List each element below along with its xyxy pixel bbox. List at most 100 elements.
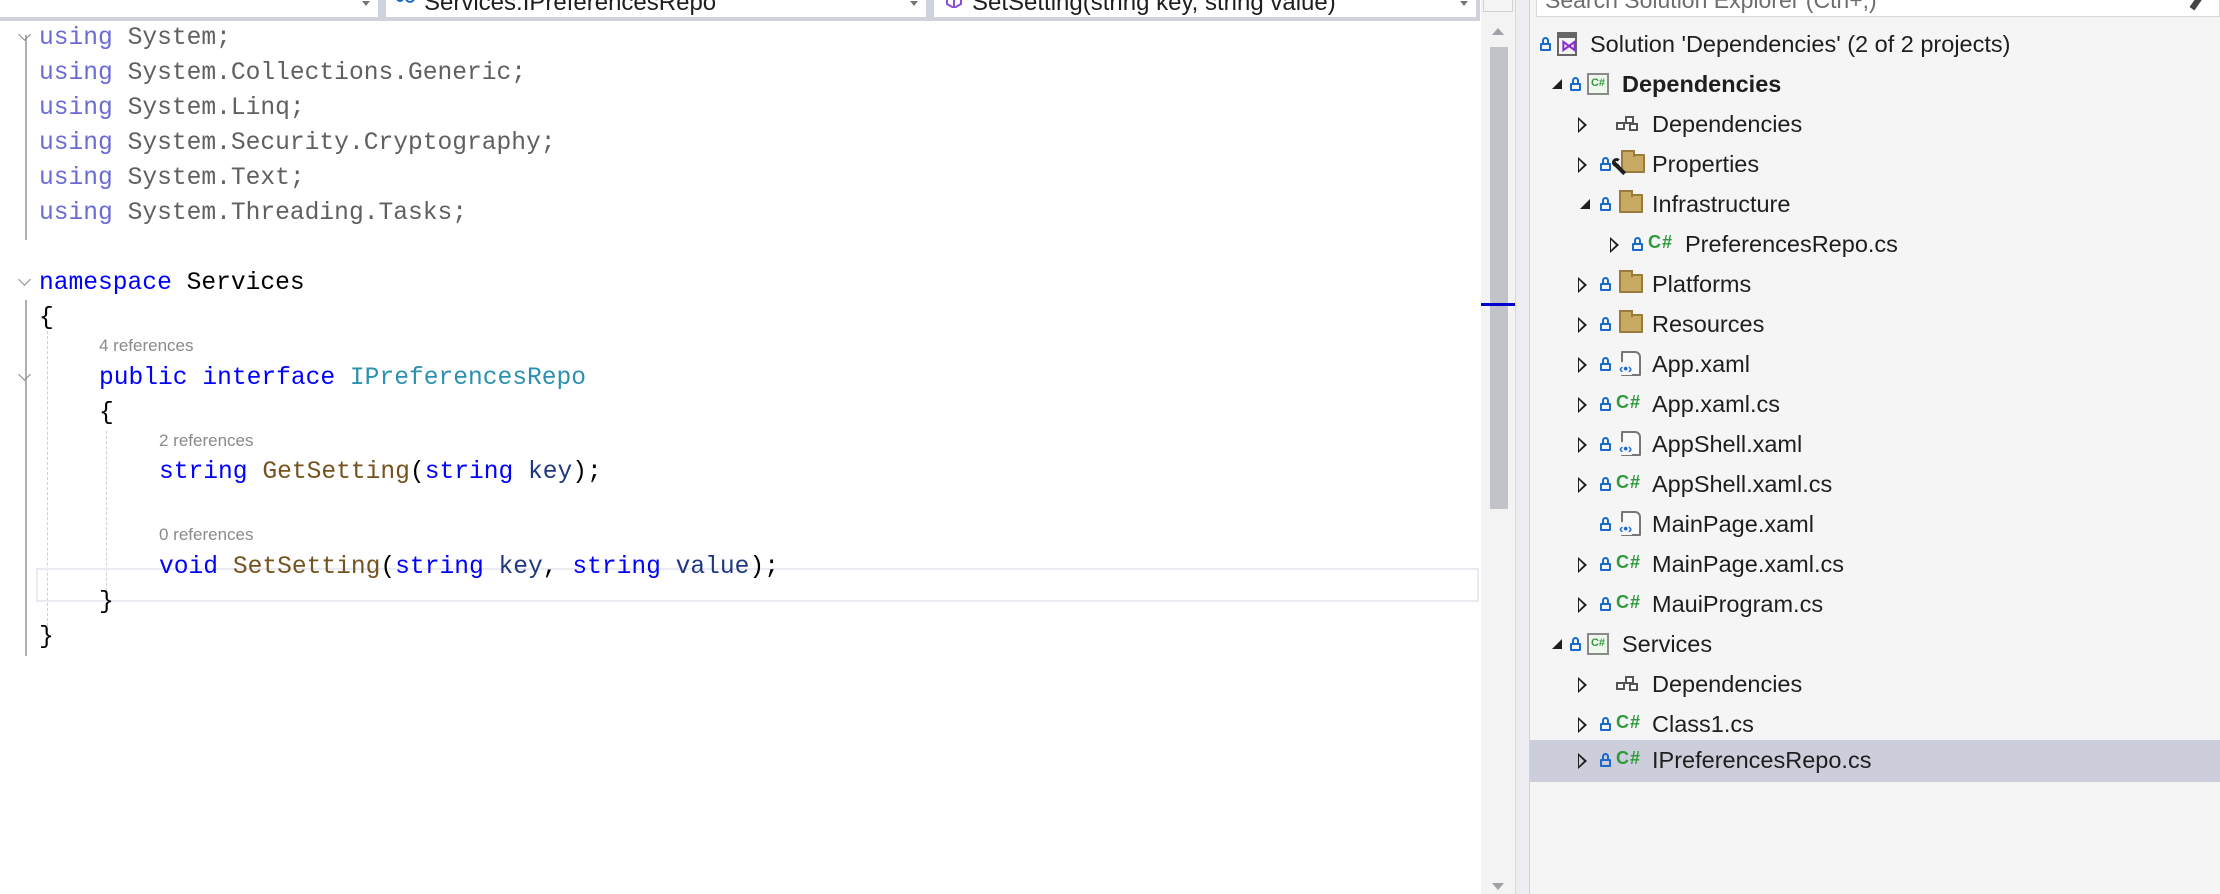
tree-item-preferencesrepo-cs[interactable]: C# PreferencesRepo.cs <box>1530 224 2220 264</box>
tree-item-resources[interactable]: Resources <box>1530 304 2220 344</box>
codelens-references[interactable]: 2 references <box>159 430 254 452</box>
code-line: { <box>99 396 114 431</box>
tree-item-project-dependencies[interactable]: C# Dependencies <box>1530 64 2220 104</box>
collapsed-arrow-icon[interactable] <box>1610 237 1619 253</box>
type-dropdown[interactable]: Services.IPreferencesRepo <box>386 0 926 17</box>
collapsed-arrow-icon[interactable] <box>1578 397 1587 413</box>
csharp-file-icon: C# <box>1616 712 1642 732</box>
tree-item-properties[interactable]: Properties <box>1530 144 2220 184</box>
tree-item-label: Class1.cs <box>1652 711 1754 737</box>
tree-item-solution[interactable]: Solution 'Dependencies' (2 of 2 projects… <box>1530 24 2220 64</box>
folder-icon <box>1619 190 1643 213</box>
param-name: key <box>528 459 573 486</box>
keyword-interface: interface <box>202 365 336 392</box>
caret-position-marker <box>1481 303 1515 306</box>
expanded-arrow-icon[interactable] <box>1580 199 1590 209</box>
tree-item-dependencies[interactable]: Dependencies <box>1530 104 2220 144</box>
solution-explorer-search[interactable] <box>1536 0 2220 17</box>
tree-item-mainpage-xaml-cs[interactable]: C# MainPage.xaml.cs <box>1530 544 2220 584</box>
split-editor-button[interactable] <box>1483 0 1513 12</box>
param-type: string <box>395 554 484 581</box>
tree-item-label: Dependencies <box>1622 71 1782 97</box>
member-dropdown-value: SetSetting(string key, string value) <box>972 0 1336 16</box>
tree-item-platforms[interactable]: Platforms <box>1530 264 2220 304</box>
tree-item-label: Resources <box>1652 311 1765 337</box>
lock-icon <box>1600 753 1611 767</box>
tree-item-appshell-xaml-cs[interactable]: C# AppShell.xaml.cs <box>1530 464 2220 504</box>
tree-item-project-services[interactable]: C# Services <box>1530 624 2220 664</box>
collapsed-arrow-icon[interactable] <box>1578 277 1587 293</box>
wrench-icon <box>1612 158 1626 178</box>
tree-item-appshell-xaml[interactable]: AppShell.xaml <box>1530 424 2220 464</box>
collapsed-arrow-icon[interactable] <box>1578 357 1587 373</box>
code-line: } <box>99 585 114 620</box>
codelens-references[interactable]: 0 references <box>159 524 254 546</box>
tree-item-label: Infrastructure <box>1652 191 1791 217</box>
param-name: key <box>498 554 543 581</box>
namespace-import: System.Collections.Generic; <box>127 60 527 87</box>
editor-vertical-scrollbar[interactable] <box>1481 0 1515 894</box>
collapsed-arrow-icon[interactable] <box>1578 317 1587 333</box>
tree-item-mauiprogram-cs[interactable]: C# MauiProgram.cs <box>1530 584 2220 624</box>
tree-item-label: Dependencies <box>1652 111 1803 137</box>
scrollbar-thumb[interactable] <box>1490 47 1508 509</box>
lock-icon <box>1600 277 1611 291</box>
tree-item-app-xaml[interactable]: App.xaml <box>1530 344 2220 384</box>
lock-icon <box>1600 597 1611 611</box>
interface-icon <box>396 0 415 3</box>
chevron-down-icon <box>910 1 918 6</box>
tree-item-class1-cs[interactable]: C# Class1.cs <box>1530 704 2220 744</box>
collapsed-arrow-icon[interactable] <box>1578 677 1587 693</box>
csharp-file-icon: C# <box>1648 232 1674 252</box>
collapsed-arrow-icon[interactable] <box>1578 597 1587 613</box>
search-input[interactable] <box>1545 0 2145 14</box>
open-brace: { <box>39 305 54 332</box>
collapsed-arrow-icon[interactable] <box>1578 437 1587 453</box>
collapsed-arrow-icon[interactable] <box>1578 753 1587 769</box>
param-name: value <box>675 554 750 581</box>
lock-icon <box>1600 197 1611 211</box>
paren: ); <box>572 459 602 486</box>
member-dropdown[interactable]: SetSetting(string key, string value) <box>934 0 1476 17</box>
lock-icon <box>1600 317 1611 331</box>
expanded-arrow-icon[interactable] <box>1552 79 1562 89</box>
dependencies-icon <box>1616 676 1642 692</box>
tree-item-ipreferencesrepo-cs[interactable]: C# IPreferencesRepo.cs <box>1530 740 2220 782</box>
lock-icon <box>1570 77 1581 91</box>
lock-icon <box>1540 37 1551 51</box>
solution-icon <box>1557 32 1577 56</box>
pane-splitter[interactable] <box>1515 0 1530 894</box>
collapsed-arrow-icon[interactable] <box>1578 717 1587 733</box>
collapse-namespace-icon[interactable] <box>18 273 31 286</box>
codelens-references[interactable]: 4 references <box>99 335 194 357</box>
collapse-interface-icon[interactable] <box>18 368 31 381</box>
outline-guide-namespace <box>25 300 27 656</box>
close-brace: } <box>39 624 54 651</box>
tree-item-label: Solution 'Dependencies' (2 of 2 projects… <box>1590 31 2011 57</box>
keyword-using: using <box>39 200 113 227</box>
scroll-down-arrow-icon[interactable] <box>1492 883 1504 890</box>
tree-item-infrastructure[interactable]: Infrastructure <box>1530 184 2220 224</box>
type-dropdown-value: Services.IPreferencesRepo <box>424 0 717 16</box>
collapse-usings-icon[interactable] <box>18 28 31 41</box>
lock-icon <box>1600 357 1611 371</box>
comma: , <box>542 554 573 581</box>
tree-item-app-xaml-cs[interactable]: C# App.xaml.cs <box>1530 384 2220 424</box>
scroll-up-arrow-icon[interactable] <box>1492 28 1504 35</box>
collapsed-arrow-icon[interactable] <box>1578 157 1587 173</box>
search-icon[interactable] <box>2189 0 2203 11</box>
tree-item-services-dependencies[interactable]: Dependencies <box>1530 664 2220 704</box>
code-editor[interactable]: using System; using System.Collections.G… <box>0 21 1481 894</box>
tree-item-mainpage-xaml[interactable]: MainPage.xaml <box>1530 504 2220 544</box>
return-type: string <box>159 459 248 486</box>
expanded-arrow-icon[interactable] <box>1552 639 1562 649</box>
code-line: using System.Collections.Generic; <box>39 56 526 91</box>
namespace-import: System; <box>127 25 231 52</box>
collapsed-arrow-icon[interactable] <box>1578 557 1587 573</box>
editor-navigation-bar: Services.IPreferencesRepo SetSetting(str… <box>0 0 1480 21</box>
collapsed-arrow-icon[interactable] <box>1578 477 1587 493</box>
project-dropdown[interactable] <box>0 0 378 17</box>
lock-icon <box>1600 717 1611 731</box>
collapsed-arrow-icon[interactable] <box>1578 117 1587 133</box>
tree-item-label: Properties <box>1652 151 1760 177</box>
